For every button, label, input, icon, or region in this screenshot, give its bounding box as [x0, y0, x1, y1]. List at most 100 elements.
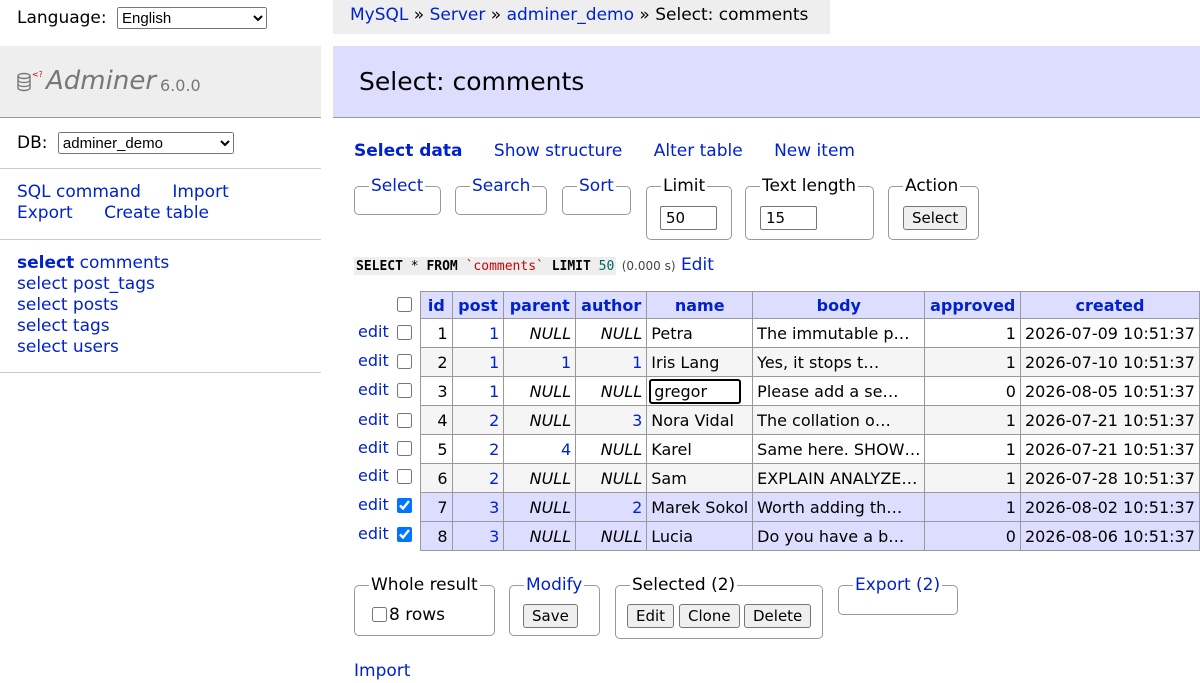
cell-body[interactable]: Yes, it stops t… — [752, 347, 926, 377]
row-checkbox[interactable] — [397, 527, 412, 542]
cell-approved[interactable]: 1 — [924, 434, 1021, 464]
cell-approved[interactable]: 0 — [924, 376, 1021, 406]
cell-author[interactable]: NULL — [575, 318, 648, 348]
table-item-posts[interactable]: select posts — [17, 295, 169, 316]
db-select[interactable]: adminer_demo — [57, 132, 234, 154]
table-item-tags[interactable]: select tags — [17, 316, 169, 337]
cell-parent[interactable]: NULL — [503, 521, 577, 551]
delete-selected-button[interactable]: Delete — [744, 604, 812, 628]
cell-parent[interactable]: NULL — [503, 405, 577, 435]
row-edit-link[interactable]: edit — [358, 466, 389, 485]
cell-created[interactable]: 2026-08-06 10:51:37 — [1019, 521, 1200, 551]
cell-approved[interactable]: 1 — [924, 405, 1021, 435]
cell-id[interactable]: 4 — [420, 405, 453, 435]
cell-author[interactable]: 1 — [575, 347, 648, 377]
cell-parent[interactable]: NULL — [503, 318, 577, 348]
cell-post[interactable]: 1 — [451, 318, 505, 348]
cell-id[interactable]: 2 — [420, 347, 453, 377]
edit-selected-button[interactable]: Edit — [627, 604, 675, 628]
cell-author[interactable]: NULL — [575, 521, 648, 551]
cell-parent[interactable]: NULL — [503, 376, 577, 406]
cell-post[interactable]: 2 — [451, 405, 505, 435]
clone-selected-button[interactable]: Clone — [679, 604, 740, 628]
row-checkbox[interactable] — [397, 498, 412, 513]
cell-name[interactable]: Petra — [646, 318, 754, 348]
whole-result-option[interactable]: 8 rows — [372, 605, 445, 625]
cell-name[interactable]: Nora Vidal — [646, 405, 754, 435]
cell-approved[interactable]: 1 — [924, 463, 1021, 493]
column-header-approved[interactable]: approved — [924, 291, 1021, 319]
tab-show-structure[interactable]: Show structure — [494, 141, 622, 161]
cell-name[interactable]: Karel — [646, 434, 754, 464]
breadcrumb-mysql[interactable]: MySQL — [350, 5, 408, 25]
cell-name[interactable]: Marek Sokol — [646, 492, 754, 522]
row-edit-link[interactable]: edit — [358, 524, 389, 543]
row-edit-link[interactable]: edit — [358, 322, 389, 341]
cell-name[interactable]: Iris Lang — [646, 347, 754, 377]
cell-id[interactable]: 3 — [420, 376, 453, 406]
save-button[interactable]: Save — [523, 604, 578, 628]
row-checkbox[interactable] — [397, 469, 412, 484]
cell-created[interactable]: 2026-07-28 10:51:37 — [1019, 463, 1200, 493]
table-item-post-tags[interactable]: select post_tags — [17, 274, 169, 295]
select-columns-toggle[interactable]: Select — [369, 176, 425, 196]
sql-command-link[interactable]: SQL command — [17, 182, 141, 202]
export-link[interactable]: Export — [17, 203, 73, 223]
row-checkbox[interactable] — [397, 441, 412, 456]
sort-toggle[interactable]: Sort — [577, 176, 616, 196]
table-item-users[interactable]: select users — [17, 337, 169, 358]
row-edit-link[interactable]: edit — [358, 380, 389, 399]
cell-body[interactable]: Same here. SHOW… — [752, 434, 926, 464]
cell-parent[interactable]: 4 — [503, 434, 577, 464]
cell-body[interactable]: The collation o… — [752, 405, 926, 435]
cell-id[interactable]: 6 — [420, 463, 453, 493]
cell-created[interactable]: 2026-08-05 10:51:37 — [1019, 376, 1200, 406]
cell-author[interactable]: NULL — [575, 376, 648, 406]
cell-created[interactable]: 2026-07-21 10:51:37 — [1019, 434, 1200, 464]
whole-result-checkbox[interactable] — [372, 607, 387, 622]
select-action-button[interactable]: Select — [903, 206, 968, 230]
cell-created[interactable]: 2026-07-21 10:51:37 — [1019, 405, 1200, 435]
breadcrumb-db[interactable]: adminer_demo — [507, 5, 634, 25]
cell-id[interactable]: 7 — [420, 492, 453, 522]
column-header-id[interactable]: id — [420, 291, 453, 319]
cell-approved[interactable]: 1 — [924, 492, 1021, 522]
cell-id[interactable]: 5 — [420, 434, 453, 464]
cell-parent[interactable]: 1 — [503, 347, 577, 377]
cell-author[interactable]: 2 — [575, 492, 648, 522]
cell-body[interactable]: Worth adding th… — [752, 492, 926, 522]
cell-post[interactable]: 2 — [451, 434, 505, 464]
cell-approved[interactable]: 1 — [924, 347, 1021, 377]
cell-post[interactable]: 2 — [451, 463, 505, 493]
column-header-body[interactable]: body — [752, 291, 926, 319]
cell-approved[interactable]: 1 — [924, 318, 1021, 348]
logo-name[interactable]: Adminer — [46, 66, 156, 96]
cell-created[interactable]: 2026-08-02 10:51:37 — [1019, 492, 1200, 522]
create-table-link[interactable]: Create table — [104, 203, 209, 223]
cell-id[interactable]: 8 — [420, 521, 453, 551]
breadcrumb-server[interactable]: Server — [430, 5, 486, 25]
modify-label[interactable]: Modify — [524, 575, 584, 595]
cell-name-editing[interactable]: gregor — [646, 376, 754, 406]
column-header-parent[interactable]: parent — [503, 291, 577, 319]
cell-post[interactable]: 3 — [451, 492, 505, 522]
cell-body[interactable]: The immutable p… — [752, 318, 926, 348]
export-selected-toggle[interactable]: Export (2) — [853, 575, 942, 595]
cell-created[interactable]: 2026-07-10 10:51:37 — [1019, 347, 1200, 377]
cell-author[interactable]: 3 — [575, 405, 648, 435]
row-checkbox[interactable] — [397, 413, 412, 428]
limit-input[interactable] — [660, 206, 717, 230]
row-edit-link[interactable]: edit — [358, 351, 389, 370]
column-header-author[interactable]: author — [575, 291, 648, 319]
table-item-comments[interactable]: select comments — [17, 253, 169, 274]
cell-name[interactable]: Sam — [646, 463, 754, 493]
tab-select-data[interactable]: Select data — [354, 141, 463, 161]
cell-body[interactable]: Do you have a b… — [752, 521, 926, 551]
column-header-created[interactable]: created — [1019, 291, 1200, 319]
import-data-link[interactable]: Import — [354, 661, 410, 681]
cell-id[interactable]: 1 — [420, 318, 453, 348]
check-all-checkbox[interactable] — [397, 297, 412, 312]
row-checkbox[interactable] — [397, 383, 412, 398]
row-edit-link[interactable]: edit — [358, 410, 389, 429]
edit-query-link[interactable]: Edit — [681, 255, 714, 275]
